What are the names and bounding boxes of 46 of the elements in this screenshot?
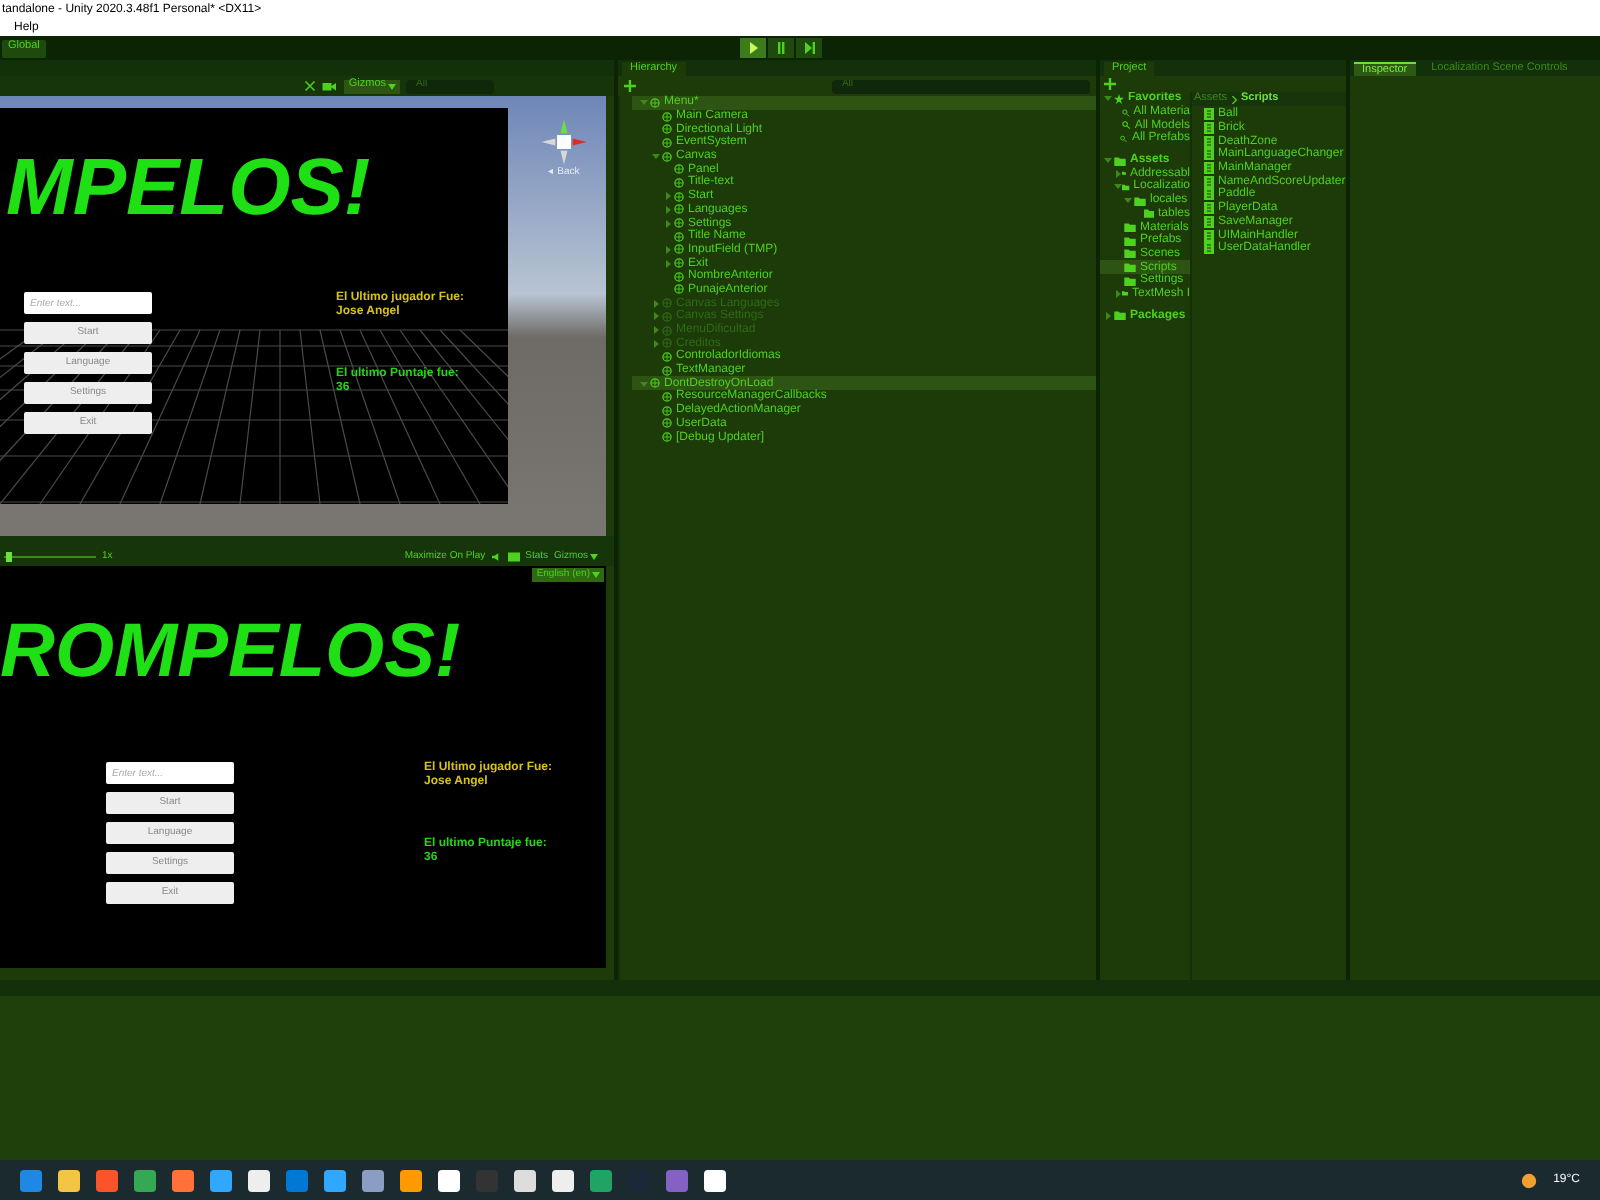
caret-icon: [592, 572, 600, 578]
expand-arrow-icon[interactable]: [664, 205, 674, 214]
camera-icon[interactable]: [322, 80, 339, 92]
scene-icon: [650, 378, 660, 389]
chevron-icon: [1231, 95, 1238, 103]
app-icon[interactable]: [210, 1169, 232, 1191]
star-icon: [1114, 93, 1124, 104]
game-object-icon: [662, 391, 672, 402]
expand-arrow-icon[interactable]: [652, 152, 662, 161]
app-icon[interactable]: [324, 1169, 346, 1191]
caret-icon: [388, 83, 396, 89]
expand-arrow-icon[interactable]: [664, 245, 674, 254]
expand-arrow-icon[interactable]: [1104, 311, 1112, 320]
weather-icon: [1519, 1171, 1538, 1189]
expand-arrow-icon[interactable]: [664, 259, 674, 268]
axis-gizmo-icon[interactable]: [538, 116, 590, 168]
app-icon[interactable]: [514, 1169, 536, 1191]
expand-arrow-icon[interactable]: [1114, 182, 1122, 191]
game-title: ROMPELOS!: [0, 614, 463, 690]
game-object-icon: [662, 432, 672, 443]
app-icon[interactable]: [58, 1169, 80, 1191]
step-icon[interactable]: [796, 38, 822, 58]
game-object-icon: [662, 365, 672, 376]
play-icon[interactable]: [740, 38, 766, 58]
tools-icon[interactable]: [304, 80, 317, 92]
add-icon[interactable]: [624, 80, 636, 92]
app-icon[interactable]: [248, 1169, 270, 1191]
scene-icon: [650, 97, 660, 108]
display-icon[interactable]: [507, 551, 520, 561]
app-icon[interactable]: [400, 1169, 422, 1191]
speaker-icon[interactable]: [491, 551, 502, 561]
game-title: MPELOS!: [4, 148, 373, 228]
expand-arrow-icon[interactable]: [664, 219, 674, 228]
app-icon[interactable]: [552, 1169, 574, 1191]
app-icon[interactable]: [704, 1169, 726, 1191]
scale-slider-thumb[interactable]: [6, 551, 13, 561]
pause-icon[interactable]: [768, 38, 794, 58]
expand-arrow-icon[interactable]: [1124, 196, 1132, 205]
app-icon[interactable]: [438, 1169, 460, 1191]
caret-icon: [590, 553, 598, 559]
add-icon[interactable]: [1104, 78, 1116, 90]
expand-arrow-icon[interactable]: [1114, 289, 1122, 298]
expand-arrow-icon[interactable]: [1104, 94, 1112, 103]
expand-arrow-icon[interactable]: [1104, 156, 1112, 165]
expand-arrow-icon[interactable]: [1114, 169, 1122, 178]
expand-arrow-icon[interactable]: [664, 192, 674, 201]
